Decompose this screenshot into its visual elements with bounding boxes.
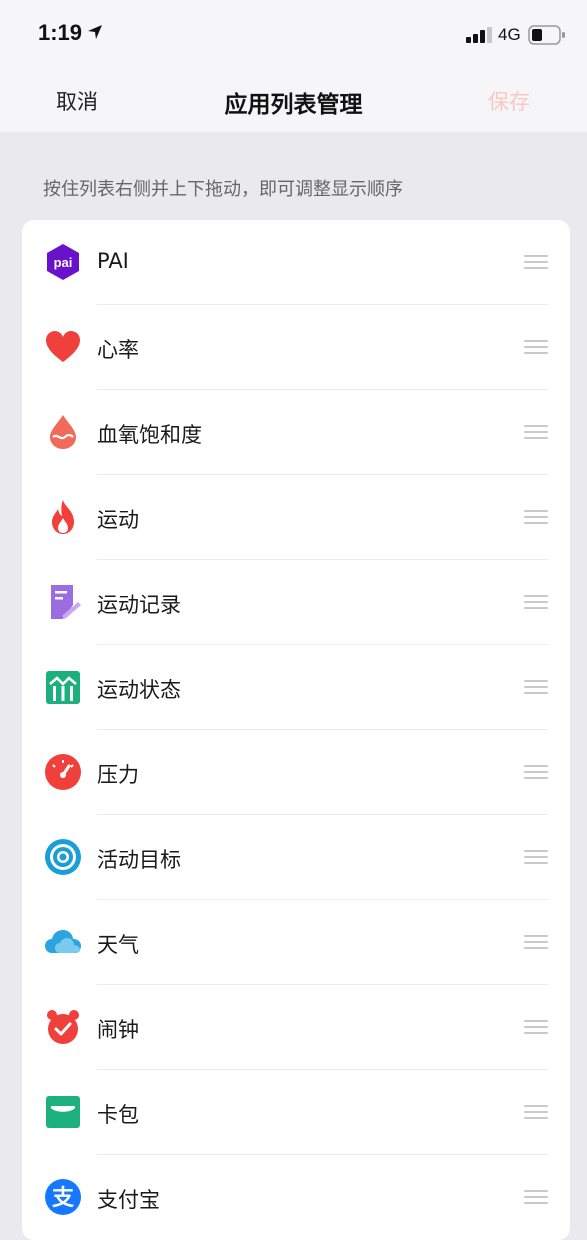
save-button[interactable]: 保存 [488, 86, 530, 116]
drag-handle-icon[interactable] [524, 1105, 548, 1119]
drag-handle-icon[interactable] [524, 255, 548, 269]
cloud-icon [45, 930, 81, 953]
app-label: 运动 [97, 508, 139, 532]
list-item-pai[interactable]: pai PAI [22, 220, 570, 305]
drag-handle-icon[interactable] [524, 510, 548, 524]
pai-icon: pai [47, 244, 79, 280]
navigation-bar: 取消 应用列表管理 保存 [0, 64, 587, 132]
app-label: 卡包 [97, 1103, 139, 1127]
list-item-workout-log[interactable]: 运动记录 [22, 560, 570, 645]
status-bar: 1:19 4G [0, 0, 587, 64]
gauge-icon [45, 754, 81, 790]
reorder-hint: 按住列表右侧并上下拖动，即可调整显示顺序 [43, 179, 403, 200]
wallet-icon [46, 1096, 80, 1128]
list-item-stress[interactable]: 压力 [22, 730, 570, 815]
app-label: 支付宝 [97, 1188, 160, 1212]
list-item-wallet[interactable]: 卡包 [22, 1070, 570, 1155]
list-item-alarm[interactable]: 闹钟 [22, 985, 570, 1070]
app-label: PAI [97, 249, 129, 273]
app-label: 运动状态 [97, 678, 181, 702]
alarm-clock-icon [47, 1010, 79, 1044]
app-label: 血氧饱和度 [97, 423, 202, 447]
alipay-icon-text: 支 [52, 1186, 75, 1211]
status-time: 1:19 [38, 20, 83, 45]
app-label: 活动目标 [97, 848, 181, 872]
drag-handle-icon[interactable] [524, 935, 548, 949]
location-arrow-icon [88, 25, 102, 39]
alipay-icon: 支 [45, 1179, 81, 1215]
list-item-sport-status[interactable]: 运动状态 [22, 645, 570, 730]
app-label: 闹钟 [97, 1018, 139, 1042]
blood-drop-icon [50, 415, 76, 449]
app-list: pai PAI 心率 血氧饱和度 运动 运动记录 运动状态 压力 活动目标 天气… [22, 220, 570, 1240]
app-label: 压力 [97, 763, 139, 787]
list-item-activity-goal[interactable]: 活动目标 [22, 815, 570, 900]
target-icon [45, 839, 81, 875]
heart-icon [46, 331, 80, 362]
list-item-alipay[interactable]: 支 支付宝 [22, 1155, 570, 1240]
flame-icon [52, 500, 74, 534]
cellular-signal-icon [466, 27, 492, 43]
list-item-blood-oxygen[interactable]: 血氧饱和度 [22, 390, 570, 475]
battery-icon [528, 25, 565, 45]
network-type: 4G [498, 25, 521, 44]
drag-handle-icon[interactable] [524, 425, 548, 439]
drag-handle-icon[interactable] [524, 340, 548, 354]
drag-handle-icon[interactable] [524, 850, 548, 864]
drag-handle-icon[interactable] [524, 680, 548, 694]
list-item-workout[interactable]: 运动 [22, 475, 570, 560]
list-item-heart-rate[interactable]: 心率 [22, 305, 570, 390]
drag-handle-icon[interactable] [524, 765, 548, 779]
app-label: 心率 [97, 338, 139, 362]
sport-status-icon [46, 671, 80, 704]
app-label: 天气 [97, 933, 139, 957]
workout-log-icon [51, 585, 81, 619]
drag-handle-icon[interactable] [524, 1190, 548, 1204]
drag-handle-icon[interactable] [524, 1020, 548, 1034]
pai-icon-text: pai [54, 255, 73, 270]
drag-handle-icon[interactable] [524, 595, 548, 609]
app-label: 运动记录 [97, 593, 181, 617]
list-item-weather[interactable]: 天气 [22, 900, 570, 985]
